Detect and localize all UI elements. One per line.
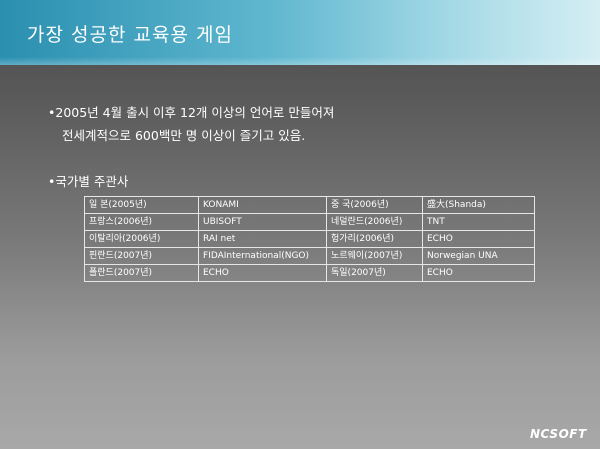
country-cell: 노르웨이(2007년) bbox=[326, 247, 423, 265]
slide: 가장 성공한 교육용 게임 •2005년 4월 출시 이후 12개 이상의 언어… bbox=[0, 0, 600, 449]
bullet-release-info-continued: 전세계적으로 600백만 명 이상이 즐기고 있음. bbox=[62, 128, 306, 143]
sponsor-cell: FIDAInternational(NGO) bbox=[198, 247, 327, 265]
sponsor-table: 일 본(2005년) KONAMI 중 국(2006년) 盛大(Shanda) … bbox=[84, 196, 535, 282]
country-cell: 네덜란드(2006년) bbox=[326, 213, 423, 231]
ncsoft-logo: NCSOFT bbox=[530, 427, 587, 441]
bullet-sponsors-heading: •국가별 주관사 bbox=[48, 174, 129, 189]
table-row: 프랑스(2006년) UBISOFT 네덜란드(2006년) TNT bbox=[84, 213, 535, 231]
sponsor-cell: KONAMI bbox=[198, 196, 327, 214]
country-cell: 중 국(2006년) bbox=[326, 196, 423, 214]
table-row: 핀란드(2007년) FIDAInternational(NGO) 노르웨이(2… bbox=[84, 247, 535, 265]
country-cell: 프랑스(2006년) bbox=[84, 213, 199, 231]
sponsor-cell: Norwegian UNA bbox=[422, 247, 535, 265]
title-bar: 가장 성공한 교육용 게임 bbox=[0, 0, 600, 65]
bullet-release-info: •2005년 4월 출시 이후 12개 이상의 언어로 만들어져 bbox=[48, 105, 335, 120]
country-cell: 이탈리아(2006년) bbox=[84, 230, 199, 248]
sponsor-cell: UBISOFT bbox=[198, 213, 327, 231]
sponsor-cell: ECHO bbox=[422, 230, 535, 248]
table-row: 이탈리아(2006년) RAI net 헝가리(2006년) ECHO bbox=[84, 230, 535, 248]
slide-title: 가장 성공한 교육용 게임 bbox=[27, 24, 233, 46]
country-cell: 독일(2007년) bbox=[326, 264, 423, 282]
sponsor-cell: ECHO bbox=[422, 264, 535, 282]
country-cell: 헝가리(2006년) bbox=[326, 230, 423, 248]
sponsor-cell: TNT bbox=[422, 213, 535, 231]
table-row: 폴란드(2007년) ECHO 독일(2007년) ECHO bbox=[84, 264, 535, 282]
sponsor-cell: RAI net bbox=[198, 230, 327, 248]
country-cell: 폴란드(2007년) bbox=[84, 264, 199, 282]
country-cell: 일 본(2005년) bbox=[84, 196, 199, 214]
country-cell: 핀란드(2007년) bbox=[84, 247, 199, 265]
sponsor-cell: ECHO bbox=[198, 264, 327, 282]
table-row: 일 본(2005년) KONAMI 중 국(2006년) 盛大(Shanda) bbox=[84, 196, 535, 214]
sponsor-cell: 盛大(Shanda) bbox=[422, 196, 535, 214]
